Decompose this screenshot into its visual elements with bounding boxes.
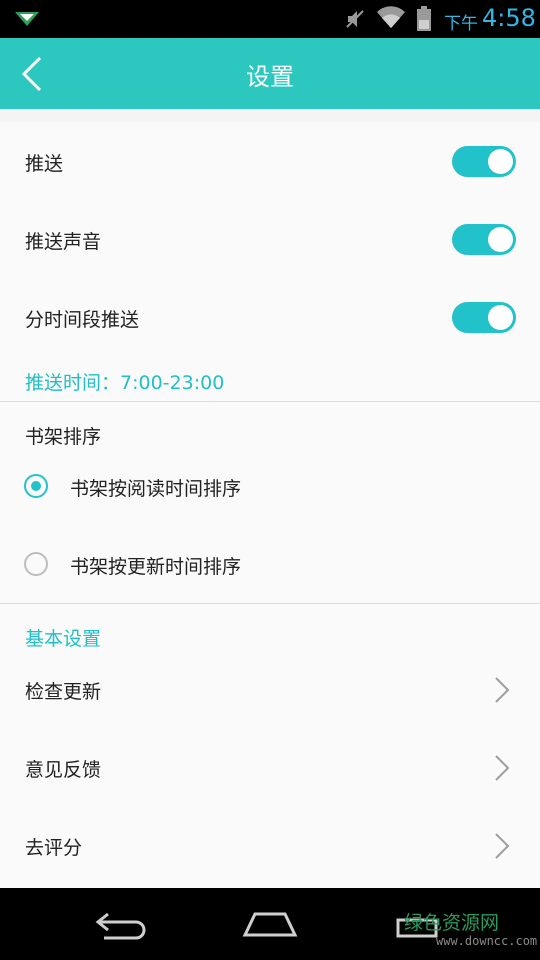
setting-feedback[interactable]: 意见反馈 xyxy=(0,728,540,806)
setting-timed-push-label: 分时间段推送 xyxy=(25,309,140,331)
setting-rate[interactable]: 去评分 xyxy=(0,806,540,884)
shelf-sort-option-update-label: 书架按更新时间排序 xyxy=(70,556,242,578)
toggle-knob xyxy=(488,227,513,252)
navigation-bar: 绿色资源网 www.downcc.com xyxy=(0,888,540,960)
check-update-label: 检查更新 xyxy=(25,681,102,703)
shelf-sort-option-read[interactable]: 书架按阅读时间排序 xyxy=(0,447,540,525)
divider xyxy=(0,401,540,402)
settings-list: 推送 推送声音 分时间段推送 推送时间：7:00-23:00 书架排序 书架按阅… xyxy=(0,122,540,888)
setting-push-sound[interactable]: 推送声音 xyxy=(0,200,540,278)
setting-check-update[interactable]: 检查更新 xyxy=(0,650,540,728)
home-nav-icon[interactable] xyxy=(242,910,298,942)
push-time-range[interactable]: 推送时间：7:00-23:00 xyxy=(25,368,224,395)
status-bar: 下午 4:58 xyxy=(0,0,540,38)
shelf-sort-option-update[interactable]: 书架按更新时间排序 xyxy=(0,525,540,603)
divider xyxy=(0,603,540,604)
timed-push-toggle[interactable] xyxy=(452,302,516,333)
setting-push-label: 推送 xyxy=(25,153,64,175)
rate-label: 去评分 xyxy=(25,837,83,859)
setting-push[interactable]: 推送 xyxy=(0,122,540,200)
radio-selected[interactable] xyxy=(24,474,48,498)
watermark-url: www.downcc.com xyxy=(436,934,538,948)
shelf-sort-title: 书架排序 xyxy=(25,426,102,448)
status-ampm: 下午 xyxy=(444,14,478,34)
chevron-right-icon xyxy=(494,676,510,708)
chevron-right-icon xyxy=(494,832,510,864)
watermark-title: 绿色资源网 xyxy=(404,912,500,934)
setting-push-sound-label: 推送声音 xyxy=(25,231,102,253)
page-title: 设置 xyxy=(246,63,294,91)
app-notification-icon xyxy=(14,10,40,32)
wifi-icon xyxy=(376,6,406,34)
title-bar: 设置 xyxy=(0,38,540,109)
back-nav-icon[interactable] xyxy=(94,910,148,944)
radio-dot xyxy=(31,481,41,491)
mute-icon xyxy=(344,8,366,34)
toggle-knob xyxy=(488,149,513,174)
battery-icon xyxy=(416,6,432,36)
radio-unselected[interactable] xyxy=(24,552,48,576)
chevron-right-icon xyxy=(494,754,510,786)
shelf-sort-option-read-label: 书架按阅读时间排序 xyxy=(70,478,242,500)
feedback-label: 意见反馈 xyxy=(25,759,102,781)
push-toggle[interactable] xyxy=(452,146,516,177)
setting-timed-push[interactable]: 分时间段推送 xyxy=(0,278,540,356)
push-sound-toggle[interactable] xyxy=(452,224,516,255)
toggle-knob xyxy=(488,305,513,330)
basic-settings-title: 基本设置 xyxy=(25,628,102,650)
status-clock: 4:58 xyxy=(482,4,536,32)
